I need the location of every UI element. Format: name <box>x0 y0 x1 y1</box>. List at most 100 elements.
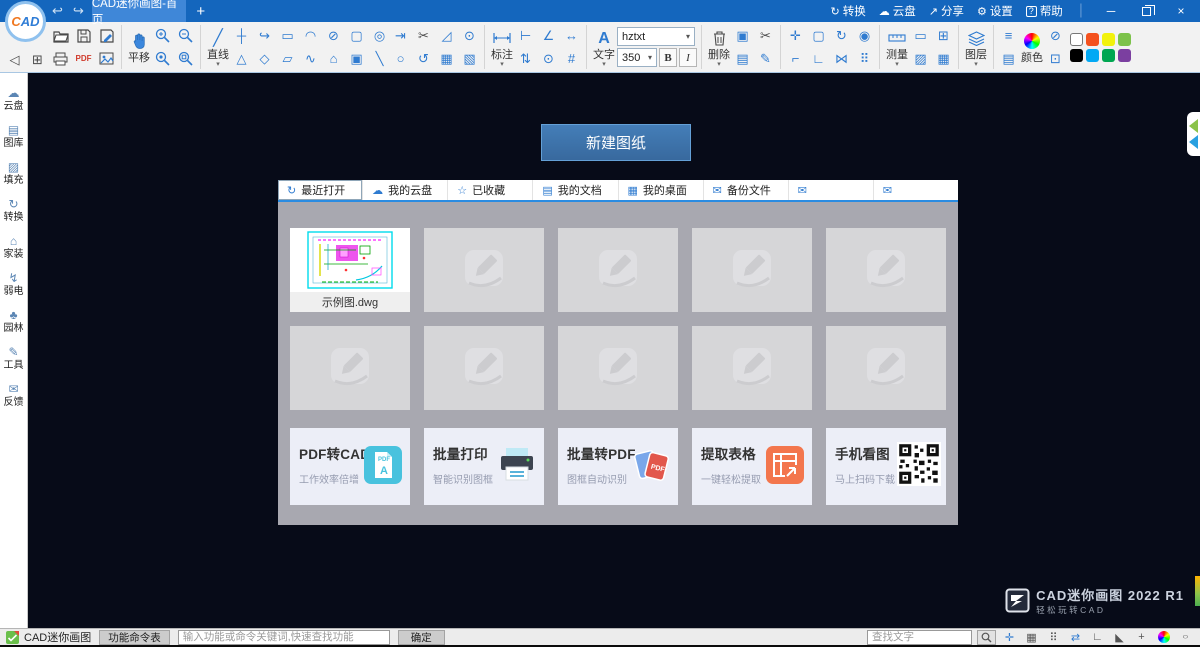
print-button[interactable] <box>50 48 71 69</box>
save-as-button[interactable] <box>96 25 117 46</box>
font-select[interactable]: hztxt ▾ <box>617 27 695 46</box>
export-pdf-button[interactable]: PDF <box>73 48 94 69</box>
paste-icon[interactable]: ▤ <box>732 48 753 69</box>
empty-file-slot[interactable] <box>424 326 544 410</box>
zoom-extents-icon[interactable] <box>152 48 173 69</box>
empty-file-slot[interactable] <box>424 228 544 312</box>
arc-tool-icon[interactable]: ◠ <box>300 25 321 46</box>
tab-extra-2[interactable]: ✉ <box>874 180 958 200</box>
empty-file-slot[interactable] <box>826 228 946 312</box>
sidebar-item-tools[interactable]: ✎ 工具 <box>0 342 27 375</box>
font-size-select[interactable]: 350 ▾ <box>617 48 657 67</box>
swatch-red[interactable] <box>1086 33 1099 46</box>
grid-toggle[interactable]: ▦ <box>1023 629 1040 645</box>
delete-tool[interactable]: 删除 ▾ <box>706 27 732 67</box>
point-tool-icon[interactable]: ┼ <box>231 25 252 46</box>
tab-my-cloud[interactable]: ☁ 我的云盘 <box>363 180 448 200</box>
layer-tool[interactable]: 图层 ▾ <box>963 27 989 67</box>
linetype-icon[interactable]: ▤ <box>998 48 1019 69</box>
sidebar-item-hatch[interactable]: ▨ 填充 <box>0 157 27 190</box>
swatch-green[interactable] <box>1102 49 1115 62</box>
sidebar-item-convert[interactable]: ↻ 转换 <box>0 194 27 227</box>
parallelogram-tool-icon[interactable]: ▱ <box>277 48 298 69</box>
swatch-purple[interactable] <box>1118 49 1131 62</box>
sidebar-item-electric[interactable]: ↯ 弱电 <box>0 268 27 301</box>
empty-file-slot[interactable] <box>692 228 812 312</box>
area-calc-icon[interactable]: ⊞ <box>933 25 954 46</box>
ortho-toggle[interactable]: ∟ <box>1089 629 1106 645</box>
share-button[interactable]: ↗ 分享 <box>929 3 964 19</box>
search-button[interactable] <box>977 630 996 645</box>
dimension-tool[interactable]: 标注 ▾ <box>489 27 515 67</box>
tab-backup-files[interactable]: ✉ 备份文件 <box>704 180 789 200</box>
cut-icon[interactable]: ✂ <box>755 25 776 46</box>
swatch-blue[interactable] <box>1086 49 1099 62</box>
scale-tool-icon[interactable]: ▢ <box>808 25 829 46</box>
new-tab-button[interactable]: + <box>192 3 210 20</box>
angular-dim-icon[interactable]: ∠ <box>538 25 559 46</box>
trim-tool-icon[interactable]: ✂ <box>413 25 434 46</box>
undo-icon[interactable]: ◁ <box>4 49 25 70</box>
bold-button[interactable]: B <box>659 48 677 67</box>
revolve-tool-icon[interactable]: ↺ <box>413 48 434 69</box>
house-shape-tool-icon[interactable]: ⌂ <box>323 48 344 69</box>
table-tool-icon[interactable]: ▦ <box>933 48 954 69</box>
open-file-button[interactable] <box>50 25 71 46</box>
polygon-tool-icon[interactable]: ◇ <box>254 48 275 69</box>
revision-cloud-icon[interactable]: ○ <box>390 48 411 69</box>
tab-my-documents[interactable]: ▤ 我的文档 <box>533 180 618 200</box>
sidebar-item-feedback[interactable]: ✉ 反馈 <box>0 379 27 412</box>
insert-image-icon[interactable]: ▧ <box>459 48 480 69</box>
forward-icon[interactable]: ↪ <box>73 3 84 19</box>
offset-tool-icon[interactable]: ⇥ <box>390 25 411 46</box>
image-frame-icon[interactable]: ▨ <box>910 48 931 69</box>
settings-button[interactable]: ⚙ 设置 <box>977 3 1013 19</box>
solid-tool-icon[interactable]: ▣ <box>346 48 367 69</box>
import-icon[interactable]: ⊞ <box>27 49 48 70</box>
empty-file-slot[interactable] <box>290 326 410 410</box>
copy-icon[interactable]: ▣ <box>732 25 753 46</box>
swatch-black[interactable] <box>1070 49 1083 62</box>
color-wheel-toggle[interactable] <box>1155 629 1172 645</box>
tab-recent[interactable]: ↻ 最近打开 <box>278 180 363 200</box>
swatch-yellow[interactable] <box>1102 33 1115 46</box>
new-drawing-button[interactable]: 新建图纸 <box>541 124 691 161</box>
italic-button[interactable]: I <box>679 48 697 67</box>
pan-snap-toggle[interactable]: ✛ <box>1001 629 1018 645</box>
minimize-button[interactable]: ─ <box>1100 4 1122 18</box>
command-list-button[interactable]: 功能命令表 <box>99 630 170 645</box>
export-image-button[interactable] <box>96 48 117 69</box>
sidebar-item-gallery[interactable]: ▤ 图库 <box>0 120 27 153</box>
promo-extract-table[interactable]: 提取表格 一键轻松提取 <box>692 428 812 505</box>
snap-toggle[interactable]: ⇄ <box>1067 629 1084 645</box>
swatch-light-green[interactable] <box>1118 33 1131 46</box>
panel-flyout-handle[interactable] <box>1187 112 1200 156</box>
zoom-window-icon[interactable] <box>175 48 196 69</box>
promo-mobile-viewer[interactable]: 手机看图 马上扫码下载 <box>826 428 946 505</box>
chamfer-tool-icon[interactable]: ◿ <box>436 25 457 46</box>
empty-file-slot[interactable] <box>826 326 946 410</box>
box-tool-icon[interactable]: ▢ <box>346 25 367 46</box>
command-search-input[interactable] <box>178 630 390 645</box>
lineweight-icon[interactable]: ≡ <box>998 25 1019 46</box>
tab-favorites[interactable]: ☆ 已收藏 <box>448 180 533 200</box>
zoom-in-icon[interactable] <box>152 25 173 46</box>
rotate-tool-icon[interactable]: ↻ <box>831 25 852 46</box>
zoom-out-icon[interactable] <box>175 25 196 46</box>
pan-tool[interactable]: 平移 <box>126 30 152 65</box>
spline-tool-icon[interactable]: ∿ <box>300 48 321 69</box>
empty-file-slot[interactable] <box>558 228 678 312</box>
array-tool-icon[interactable]: ⠿ <box>854 48 875 69</box>
crosshair-toggle[interactable]: + <box>1133 629 1150 645</box>
dot-grid-toggle[interactable]: ⠿ <box>1045 629 1062 645</box>
align-tool-icon[interactable]: ∟ <box>808 48 829 69</box>
rectangle-tool-icon[interactable]: ▭ <box>277 25 298 46</box>
hatch-tool-icon[interactable]: ▦ <box>436 48 457 69</box>
save-button[interactable] <box>73 25 94 46</box>
linear-dim-icon[interactable]: ⊢ <box>515 25 536 46</box>
tab-extra-1[interactable]: ✉ <box>789 180 874 200</box>
format-brush-icon[interactable]: ✎ <box>755 48 776 69</box>
color-tool[interactable]: 颜色 <box>1019 30 1045 65</box>
view-tool-icon[interactable]: ◉ <box>854 25 875 46</box>
diameter-dim-icon[interactable]: ⊙ <box>538 48 559 69</box>
